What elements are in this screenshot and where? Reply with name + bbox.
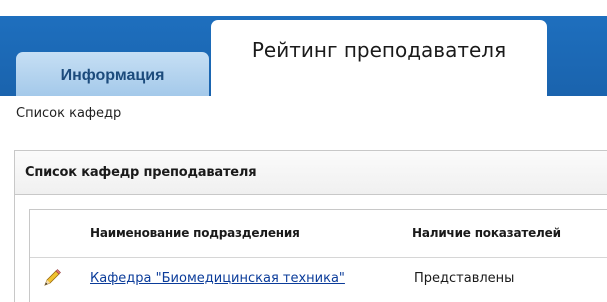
panel-title: Список кафедр преподавателя (15, 151, 607, 195)
column-header-name: Наименование подразделения (90, 226, 300, 240)
tab-information[interactable]: Информация (16, 52, 209, 96)
tab-teacher-rating-label: Рейтинг преподавателя (251, 38, 507, 62)
breadcrumb: Список кафедр (16, 106, 122, 121)
table-row: Кафедра "Биомедицинская техника" Предста… (30, 258, 607, 302)
departments-panel: Список кафедр преподавателя Наименование… (14, 150, 607, 302)
table-header: Наименование подразделения Наличие показ… (30, 210, 607, 258)
pencil-icon[interactable] (42, 268, 62, 288)
tab-teacher-rating[interactable]: Рейтинг преподавателя (211, 20, 547, 96)
tab-bar: Информация Рейтинг преподавателя (0, 0, 607, 96)
indicators-status: Представлены (414, 271, 515, 286)
page: Информация Рейтинг преподавателя Список … (0, 0, 607, 302)
departments-table: Наименование подразделения Наличие показ… (29, 209, 607, 302)
tab-information-label: Информация (60, 67, 165, 84)
column-header-availability: Наличие показателей (412, 226, 561, 240)
department-link[interactable]: Кафедра "Биомедицинская техника" (90, 271, 345, 286)
